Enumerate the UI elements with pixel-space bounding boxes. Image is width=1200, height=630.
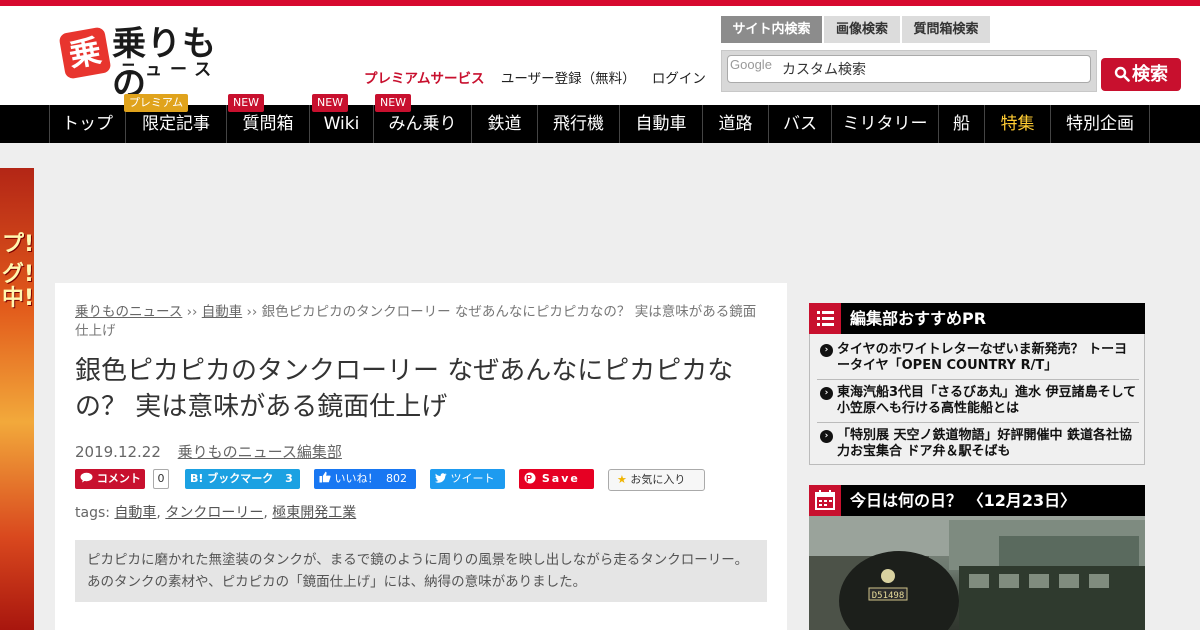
pr-item-text: タイヤのホワイトレターなぜいま新発売？ トーヨータイヤ「OPEN COUNTRY… bbox=[837, 342, 1128, 373]
hatena-bookmark-button[interactable]: B! ブックマーク 3 bbox=[185, 469, 300, 489]
tag-link[interactable]: 極東開発工業 bbox=[272, 505, 356, 521]
utility-links: プレミアムサービス ユーザー登録（無料） ログイン bbox=[364, 67, 718, 87]
search-button-label: 検索 bbox=[1132, 64, 1168, 85]
pr-list: › タイヤのホワイトレターなぜいま新発売？ トーヨータイヤ「OPEN COUNT… bbox=[809, 334, 1145, 465]
arrow-circle-icon: › bbox=[820, 344, 833, 357]
tags-label: tags: bbox=[75, 505, 110, 521]
steam-locomotive-photo[interactable]: D51498 bbox=[809, 516, 1145, 630]
ad-text-3: 中!! bbox=[2, 286, 34, 311]
divider bbox=[817, 422, 1139, 423]
hatena-count: 3 bbox=[285, 472, 293, 485]
arrow-circle-icon: › bbox=[820, 387, 833, 400]
site-header: 乗 乗りもの ニュース プレミアムサービス ユーザー登録（無料） ログイン サイ… bbox=[0, 6, 1200, 105]
logo-sub-text: ニュース bbox=[120, 60, 220, 80]
breadcrumb-separator: ›› bbox=[246, 304, 258, 320]
today-in-history-box: 今日は何の日？ 〈12月23日〉 D51498 bbox=[809, 485, 1145, 630]
site-logo[interactable]: 乗 乗りもの ニュース bbox=[58, 24, 225, 104]
tweet-label: ツイート bbox=[450, 472, 495, 485]
new-badge-qa: NEW bbox=[228, 94, 264, 112]
nav-item-top[interactable]: トップ bbox=[49, 105, 125, 143]
new-badge-minnori: NEW bbox=[375, 94, 411, 112]
tab-site-search[interactable]: サイト内検索 bbox=[721, 16, 822, 43]
search-icon bbox=[1114, 66, 1130, 82]
login-link[interactable]: ログイン bbox=[652, 71, 706, 87]
pr-box-header: 編集部おすすめPR bbox=[809, 303, 1145, 334]
star-icon: ★ bbox=[617, 473, 627, 486]
user-register-link[interactable]: ユーザー登録（無料） bbox=[501, 71, 636, 87]
twitter-bird-icon bbox=[435, 473, 447, 483]
breadcrumb: 乗りものニュース ›› 自動車 ›› 銀色ピカピカのタンクローリー なぜあんなに… bbox=[75, 303, 767, 341]
tweet-button[interactable]: ツイート bbox=[430, 469, 505, 489]
nav-item-feature[interactable]: 特集 bbox=[984, 105, 1050, 143]
speech-bubble-icon bbox=[80, 472, 93, 483]
pr-item-text: 東海汽船3代目「さるびあ丸」進水 伊豆諸島そして小笠原へも行ける高性能船とは bbox=[837, 385, 1137, 416]
list-icon bbox=[809, 303, 841, 334]
like-label: いいね！ bbox=[334, 472, 379, 485]
like-count: 802 bbox=[386, 472, 407, 485]
pin-label: Save bbox=[541, 472, 580, 485]
search-button[interactable]: 検索 bbox=[1101, 58, 1181, 91]
tag-link[interactable]: タンクローリー bbox=[165, 505, 263, 521]
editors-pr-box: 編集部おすすめPR › タイヤのホワイトレターなぜいま新発売？ トーヨータイヤ「… bbox=[809, 303, 1145, 465]
nav-item-car[interactable]: 自動車 bbox=[619, 105, 702, 143]
divider bbox=[817, 379, 1139, 380]
nav-item-railway[interactable]: 鉄道 bbox=[471, 105, 537, 143]
breadcrumb-home[interactable]: 乗りものニュース bbox=[75, 304, 182, 320]
favorite-label: お気に入り bbox=[630, 473, 686, 486]
article-container: 乗りものニュース ›› 自動車 ›› 銀色ピカピカのタンクローリー なぜあんなに… bbox=[55, 283, 787, 630]
new-badge-wiki: NEW bbox=[312, 94, 348, 112]
hatena-label: B! ブックマーク bbox=[190, 472, 274, 485]
today-box-title: 今日は何の日？ 〈12月23日〉 bbox=[850, 491, 1077, 510]
thumbs-up-icon bbox=[319, 471, 331, 483]
comment-label: コメント bbox=[96, 472, 141, 485]
pr-list-item[interactable]: › 「特別展 天空ノ鉄道物語」好評開催中 鉄道各社協力お宝集合 ドア弁＆駅そばも bbox=[817, 428, 1139, 460]
nav-item-special[interactable]: 特別企画 bbox=[1050, 105, 1150, 143]
article-title: 銀色ピカピカのタンクローリー なぜあんなにピカピカなの？ 実は意味がある鏡面仕上… bbox=[75, 356, 734, 422]
nav-item-ship[interactable]: 船 bbox=[938, 105, 984, 143]
pr-list-item[interactable]: › タイヤのホワイトレターなぜいま新発売？ トーヨータイヤ「OPEN COUNT… bbox=[817, 342, 1139, 374]
tab-question-search[interactable]: 質問箱検索 bbox=[902, 16, 990, 43]
nav-item-road[interactable]: 道路 bbox=[702, 105, 768, 143]
tag-link[interactable]: 自動車 bbox=[114, 505, 156, 521]
logo-badge: 乗 bbox=[58, 26, 112, 80]
article-meta: 2019.12.22 乗りものニュース編集部 bbox=[75, 441, 342, 462]
article-lede: ピカピカに磨かれた無塗装のタンクが、まるで鏡のように周りの風景を映し出しながら走… bbox=[75, 540, 767, 602]
pinterest-save-button[interactable]: P Save bbox=[519, 469, 594, 489]
side-ad-banner[interactable]: プ!! グ! 中!! bbox=[0, 168, 34, 630]
breadcrumb-category[interactable]: 自動車 bbox=[202, 304, 243, 320]
nav-item-aircraft[interactable]: 飛行機 bbox=[537, 105, 619, 143]
google-label: Google bbox=[730, 57, 772, 72]
breadcrumb-separator: ›› bbox=[186, 304, 198, 320]
pr-item-text: 「特別展 天空ノ鉄道物語」好評開催中 鉄道各社協力お宝集合 ドア弁＆駅そばも bbox=[837, 428, 1133, 459]
nav-item-bus[interactable]: バス bbox=[768, 105, 831, 143]
search-input[interactable]: カスタム検索 bbox=[727, 55, 1091, 83]
today-box-header: 今日は何の日？ 〈12月23日〉 bbox=[809, 485, 1145, 516]
premium-badge: プレミアム bbox=[124, 94, 188, 112]
arrow-circle-icon: › bbox=[820, 430, 833, 443]
pinterest-icon: P bbox=[524, 472, 536, 484]
ad-text-1: プ!! bbox=[2, 232, 34, 257]
search-box: カスタム検索 Google bbox=[721, 50, 1097, 92]
premium-service-link[interactable]: プレミアムサービス bbox=[364, 71, 485, 87]
tab-image-search[interactable]: 画像検索 bbox=[824, 16, 900, 43]
comment-count: 0 bbox=[153, 469, 169, 489]
pr-list-item[interactable]: › 東海汽船3代目「さるびあ丸」進水 伊豆諸島そして小笠原へも行ける高性能船とは bbox=[817, 385, 1139, 417]
nav-item-military[interactable]: ミリタリー bbox=[831, 105, 938, 143]
comment-button[interactable]: コメント bbox=[75, 469, 145, 489]
article-tags: tags: 自動車, タンクローリー, 極東開発工業 bbox=[75, 505, 357, 521]
locomotive-number-plate: D51498 bbox=[872, 591, 905, 601]
pr-box-title: 編集部おすすめPR bbox=[850, 309, 987, 328]
svg-text:P: P bbox=[526, 473, 534, 483]
publish-date: 2019.12.22 bbox=[75, 443, 161, 461]
favorite-button[interactable]: ★ お気に入り bbox=[608, 469, 705, 491]
author-link[interactable]: 乗りものニュース編集部 bbox=[178, 443, 342, 461]
facebook-like-button[interactable]: いいね！ 802 bbox=[314, 469, 416, 489]
calendar-icon bbox=[809, 485, 841, 516]
